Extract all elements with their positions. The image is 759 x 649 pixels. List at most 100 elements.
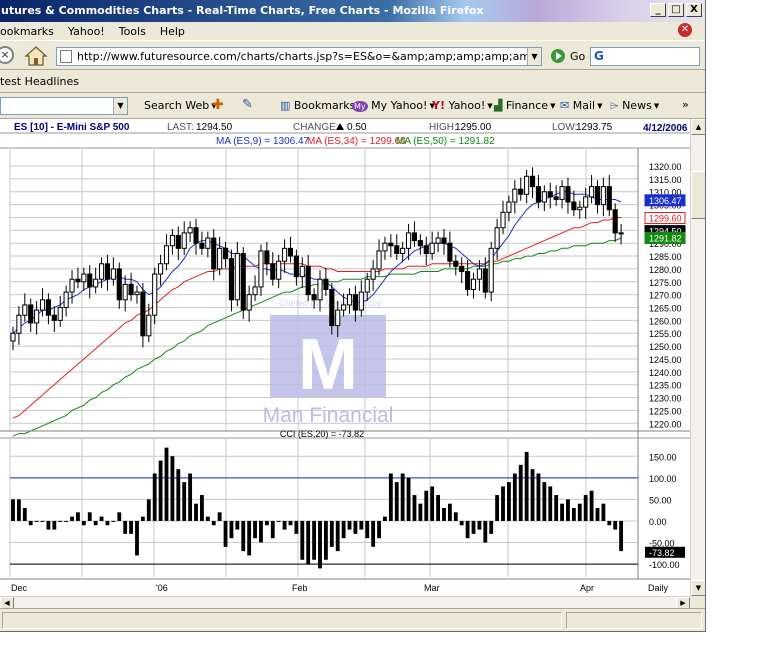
cci-bar: [253, 520, 257, 539]
candle-down: [465, 270, 471, 290]
close-button[interactable]: X: [686, 3, 702, 17]
cci-y-tick-label: 100.00: [649, 474, 677, 484]
cci-bar: [388, 473, 393, 521]
candle-down: [612, 209, 618, 234]
mail-button[interactable]: ✉ Mail ▼: [560, 99, 602, 112]
cci-bar: [235, 520, 240, 530]
candle-down: [394, 245, 400, 254]
yahoo-search-dropdown[interactable]: ▼: [113, 98, 127, 114]
menu-yahoo[interactable]: Yahoo!: [68, 25, 105, 38]
low-value: 1293.75: [576, 122, 613, 133]
stop-reload-icon[interactable]: ×: [0, 46, 14, 64]
cci-bar: [312, 520, 317, 560]
maximize-button[interactable]: □: [668, 3, 684, 17]
cci-bar: [129, 520, 133, 534]
finance-label: Finance: [505, 99, 549, 112]
candle-up: [470, 278, 477, 290]
latest-headlines-bookmark[interactable]: test Headlines: [0, 75, 79, 88]
yahoo-toolbar: ▼ Search Web▼ ✚ ✎ ▥ Bookmarks▼ My My Yah…: [0, 93, 705, 119]
go-icon[interactable]: [551, 49, 565, 63]
x-axis-label: Apr: [580, 583, 594, 593]
cci-bar: [176, 469, 181, 521]
candle-up: [476, 268, 482, 280]
mail-label: Mail: [572, 99, 596, 112]
candle-down: [553, 196, 559, 200]
cci-bar: [188, 473, 193, 521]
last-label: LAST:: [167, 122, 194, 133]
x-axis-label: Dec: [11, 583, 28, 593]
cci-bar: [194, 503, 198, 521]
candle-down: [606, 186, 612, 211]
candle-up: [376, 250, 382, 270]
cci-bar: [365, 520, 370, 539]
scroll-down-button[interactable]: ▼: [691, 580, 705, 596]
candle-up: [341, 304, 347, 311]
cci-bar: [140, 516, 145, 521]
yahoo-compass-icon[interactable]: ✚: [212, 97, 224, 113]
menu-help[interactable]: Help: [160, 25, 185, 38]
go-button[interactable]: Go: [570, 50, 585, 63]
candle-up: [217, 247, 223, 270]
yahoo-button[interactable]: Y! Yahoo! ▼: [432, 99, 493, 112]
url-dropdown-button[interactable]: ▼: [527, 48, 541, 65]
scroll-up-button[interactable]: ▲: [691, 119, 705, 135]
search-web-button[interactable]: Search Web ▼: [144, 99, 217, 112]
my-yahoo-button[interactable]: My My Yahoo! ▼: [352, 99, 435, 112]
candle-up: [358, 291, 364, 311]
cci-bar: [424, 490, 429, 521]
cci-bar: [465, 520, 470, 539]
candle-up: [400, 247, 406, 254]
cci-bar: [217, 512, 222, 521]
cci-bar: [483, 520, 488, 543]
window-title: utures & Commodities Charts - Real-Time …: [1, 4, 484, 17]
candle-up: [252, 286, 258, 296]
candle-up: [158, 263, 164, 275]
candle-down: [287, 247, 294, 257]
candle-up: [81, 273, 87, 283]
cci-bar: [58, 520, 63, 522]
candle-up: [22, 304, 28, 316]
y-tick-label: 1320.00: [649, 162, 682, 172]
yahoo-search-input[interactable]: ▼: [0, 97, 128, 115]
google-icon[interactable]: G: [594, 49, 604, 63]
cci-bar: [200, 495, 204, 521]
cci-bar: [536, 473, 541, 521]
cci-bar: [28, 520, 33, 526]
cci-bar: [512, 473, 517, 521]
cci-bar: [270, 520, 275, 539]
bookmarks-button[interactable]: ▥ Bookmarks▼: [280, 99, 363, 112]
highlight-icon[interactable]: ✎: [242, 97, 253, 112]
last-value: 1294.50: [196, 122, 233, 133]
vertical-scrollbar[interactable]: ▲ ▼: [690, 119, 705, 596]
candle-down: [453, 260, 459, 267]
candle-up: [16, 314, 22, 334]
candle-up: [122, 283, 128, 301]
menu-tools[interactable]: Tools: [119, 25, 146, 38]
minimize-button[interactable]: _: [650, 3, 666, 17]
finance-button[interactable]: ▟ Finance ▼: [494, 99, 555, 112]
cci-bar: [76, 512, 80, 521]
y-tick-label: 1260.00: [649, 316, 682, 326]
candle-up: [494, 227, 500, 249]
y-tick-label: 1240.00: [649, 368, 682, 378]
scroll-thumb[interactable]: [691, 171, 705, 219]
menu-bookmarks[interactable]: ookmarks: [0, 25, 54, 38]
cci-bar: [418, 503, 423, 521]
news-button[interactable]: ⌲ News ▼: [610, 99, 659, 113]
candle-up: [169, 234, 175, 247]
stop-icon[interactable]: ✕: [678, 23, 692, 37]
search-box[interactable]: G: [590, 47, 700, 66]
cci-bar: [589, 490, 594, 521]
cci-bar: [34, 520, 39, 522]
finance-icon: ▟: [494, 99, 506, 112]
url-bar[interactable]: http://www.futuresource.com/charts/chart…: [56, 47, 542, 66]
horizontal-scrollbar[interactable]: ◀ ▶: [0, 596, 690, 609]
home-icon[interactable]: [24, 45, 48, 67]
toolbar-overflow-button[interactable]: »: [682, 98, 689, 111]
cci-bar: [613, 520, 618, 530]
candle-up: [93, 278, 99, 288]
cci-bar: [87, 512, 92, 521]
high-label: HIGH:: [429, 122, 457, 133]
candle-down: [305, 265, 311, 296]
cci-bar: [16, 499, 21, 521]
